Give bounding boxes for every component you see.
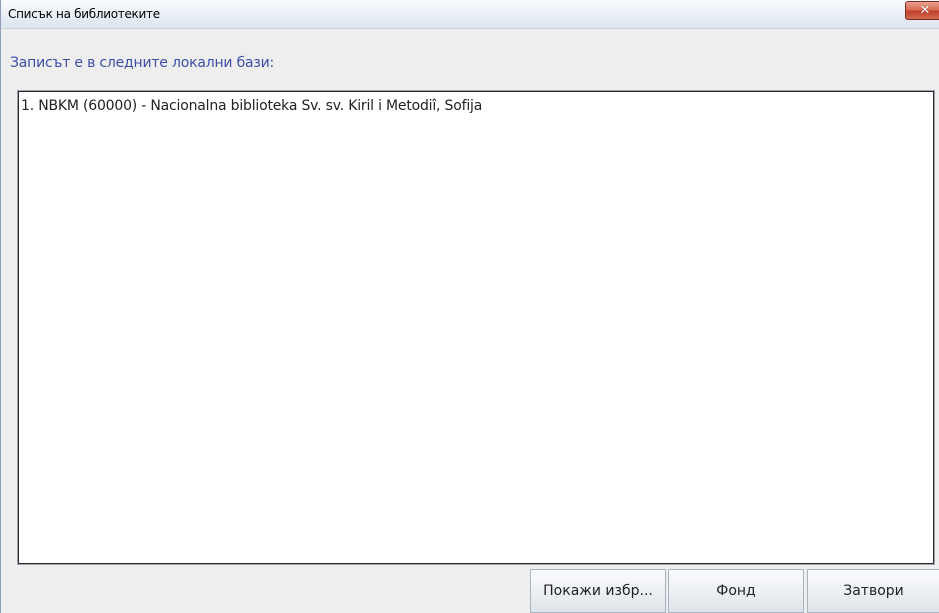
window-title: Списък на библиотеките: [8, 7, 160, 21]
local-bases-heading: Записът е в следните локални бази:: [10, 55, 275, 71]
list-item[interactable]: 1. NBKM (60000) - Nacionalna biblioteka …: [21, 98, 482, 114]
fond-button[interactable]: Фонд: [668, 569, 804, 613]
title-bar[interactable]: Списък на библиотеките ✕: [1, 0, 939, 29]
library-list-dialog: Списък на библиотеките ✕ Записът е в сле…: [0, 0, 939, 613]
close-button[interactable]: Затвори: [807, 569, 939, 613]
close-icon: ✕: [919, 3, 931, 18]
window-close-button[interactable]: ✕: [905, 1, 939, 20]
show-selected-button[interactable]: Покажи избр...: [530, 569, 666, 613]
library-list[interactable]: 1. NBKM (60000) - Nacionalna biblioteka …: [17, 90, 935, 565]
